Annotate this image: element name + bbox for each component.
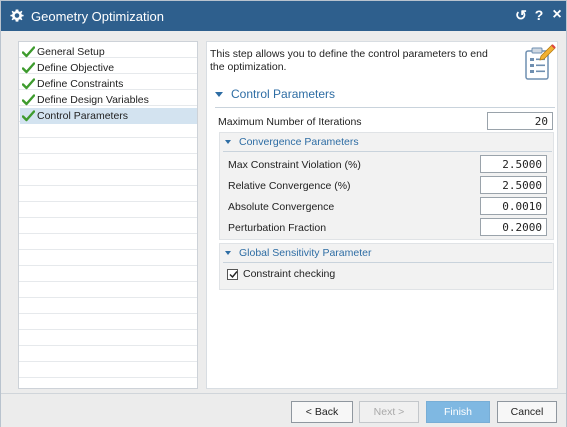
max-constraint-violation-input[interactable] bbox=[480, 155, 547, 173]
max-constraint-violation-label: Max Constraint Violation (%) bbox=[228, 159, 361, 171]
step-label: Define Constraints bbox=[37, 78, 124, 90]
perturbation-fraction-input[interactable] bbox=[480, 218, 547, 236]
finish-button[interactable]: Finish bbox=[426, 401, 490, 423]
check-icon bbox=[22, 94, 35, 106]
absolute-convergence-input[interactable] bbox=[480, 197, 547, 215]
check-icon bbox=[22, 46, 35, 58]
constraint-checking-label: Constraint checking bbox=[243, 268, 336, 280]
step-control-parameters[interactable]: Control Parameters bbox=[20, 108, 197, 124]
reset-icon[interactable]: ↺ bbox=[513, 6, 529, 24]
geometry-optimization-dialog: Geometry Optimization ↺ ? × General Setu… bbox=[0, 0, 567, 427]
step-description: This step allows you to define the contr… bbox=[210, 48, 488, 73]
subsection-divider bbox=[223, 151, 552, 152]
step-define-constraints[interactable]: Define Constraints bbox=[20, 76, 197, 92]
collapse-triangle-icon bbox=[215, 92, 223, 98]
steps-list: General Setup Define Objective Define Co… bbox=[18, 41, 198, 389]
section-title: Control Parameters bbox=[231, 87, 336, 101]
subsection-convergence-parameters[interactable]: Convergence Parameters bbox=[225, 136, 359, 148]
relative-convergence-input[interactable] bbox=[480, 176, 547, 194]
collapse-triangle-icon bbox=[225, 140, 231, 145]
check-icon bbox=[22, 78, 35, 90]
max-iterations-input[interactable] bbox=[487, 112, 553, 130]
collapse-triangle-icon bbox=[225, 251, 231, 256]
check-icon bbox=[22, 110, 35, 122]
subsection-title: Global Sensitivity Parameter bbox=[239, 247, 372, 259]
step-label: General Setup bbox=[37, 46, 105, 58]
help-icon[interactable]: ? bbox=[531, 6, 547, 24]
gear-icon bbox=[10, 9, 24, 22]
title-bar[interactable]: Geometry Optimization ↺ ? × bbox=[1, 1, 566, 31]
subsection-title: Convergence Parameters bbox=[239, 136, 359, 148]
absolute-convergence-label: Absolute Convergence bbox=[228, 201, 335, 213]
next-button[interactable]: Next > bbox=[359, 401, 419, 423]
step-label: Control Parameters bbox=[37, 110, 129, 122]
step-label: Define Design Variables bbox=[37, 94, 149, 106]
close-icon[interactable]: × bbox=[549, 6, 565, 24]
step-label: Define Objective bbox=[37, 62, 115, 74]
constraint-checking-checkbox[interactable] bbox=[227, 269, 238, 280]
max-iterations-label: Maximum Number of Iterations bbox=[218, 116, 362, 128]
step-content-panel: This step allows you to define the contr… bbox=[206, 41, 558, 389]
step-general-setup[interactable]: General Setup bbox=[20, 44, 197, 60]
wizard-button-bar: < Back Next > Finish Cancel bbox=[1, 393, 566, 427]
cancel-button[interactable]: Cancel bbox=[497, 401, 557, 423]
clipboard-edit-icon bbox=[525, 44, 556, 80]
relative-convergence-label: Relative Convergence (%) bbox=[228, 180, 351, 192]
back-button[interactable]: < Back bbox=[291, 401, 353, 423]
checkmark-icon bbox=[229, 271, 238, 279]
step-define-design-variables[interactable]: Define Design Variables bbox=[20, 92, 197, 108]
section-divider bbox=[215, 107, 555, 108]
check-icon bbox=[22, 62, 35, 74]
subsection-divider bbox=[223, 262, 552, 263]
subsection-global-sensitivity[interactable]: Global Sensitivity Parameter bbox=[225, 247, 371, 259]
step-define-objective[interactable]: Define Objective bbox=[20, 60, 197, 76]
perturbation-fraction-label: Perturbation Fraction bbox=[228, 222, 327, 234]
section-control-parameters[interactable]: Control Parameters bbox=[215, 87, 335, 101]
window-title: Geometry Optimization bbox=[31, 9, 164, 24]
